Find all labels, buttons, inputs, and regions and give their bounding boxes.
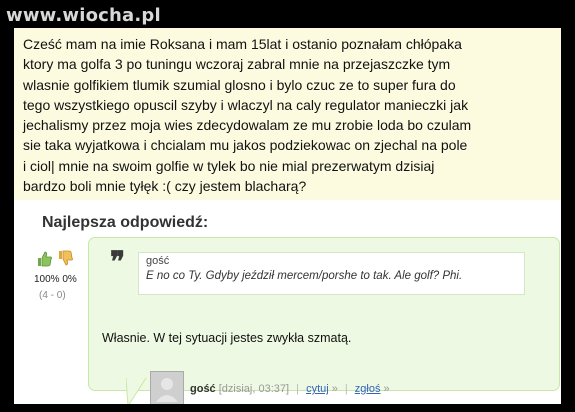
content-frame: Cześć mam na imie Roksana i mam 15lat i …	[14, 28, 561, 404]
question-line: jechalismy przez moja wies zdecydowalam …	[23, 117, 472, 134]
question-line: i ciol| mnie na swoim golfie w tylek bo …	[23, 157, 435, 174]
thumb-up-icon[interactable]	[36, 250, 53, 267]
quote-icon: ❞	[110, 245, 126, 278]
answer-date: [dzisiaj, 03:37]	[218, 383, 290, 395]
question-text: Cześć mam na imie Roksana i mam 15lat i …	[23, 34, 549, 196]
quote-link-arrow: »	[331, 383, 338, 395]
rating-count: (4 - 0)	[39, 290, 66, 301]
rating-percent: 100% 0%	[34, 274, 77, 285]
report-link[interactable]: zgłoś	[355, 383, 381, 395]
question-line: tego wszystkiego opuscil szyby i wlaczyl…	[23, 96, 469, 113]
best-answer-title: Najlepsza odpowiedź:	[42, 214, 209, 231]
question-line: wlasnie golfikiem tlumik szumial glosno …	[23, 76, 456, 93]
question-line: ktory ma golfa 3 po tuningu wczoraj zabr…	[23, 56, 451, 73]
rating-thumbs	[36, 250, 74, 268]
avatar-icon	[150, 371, 184, 404]
quote-author: gość	[146, 255, 170, 267]
question-line: Cześć mam na imie Roksana i mam 15lat i …	[23, 36, 462, 52]
watermark: www.wiocha.pl	[6, 5, 161, 26]
thumb-down-icon[interactable]	[57, 250, 74, 267]
question-line: bardzo boli mnie tyłęk :( czy jestem bla…	[23, 178, 307, 195]
question-line: sie taka wyjatkowa i chcialam mu jakos p…	[23, 137, 468, 154]
author-name[interactable]: gość	[190, 383, 216, 395]
question-box: Cześć mam na imie Roksana i mam 15lat i …	[14, 28, 561, 200]
report-link-arrow: »	[383, 383, 390, 395]
quote-link[interactable]: cytuj	[306, 383, 329, 395]
separator: |	[344, 383, 348, 395]
quote-text: E no co Ty. Gdyby jeździł mercem/porshe …	[146, 270, 463, 282]
answer-text: Własnie. W tej sytuacji jestes zwykła sz…	[102, 331, 352, 345]
separator: |	[296, 383, 299, 395]
answer-meta: gość [dzisiaj, 03:37] | cytuj» | zgłoś»	[190, 383, 390, 395]
quote-box: gość E no co Ty. Gdyby jeździł mercem/po…	[138, 252, 525, 295]
